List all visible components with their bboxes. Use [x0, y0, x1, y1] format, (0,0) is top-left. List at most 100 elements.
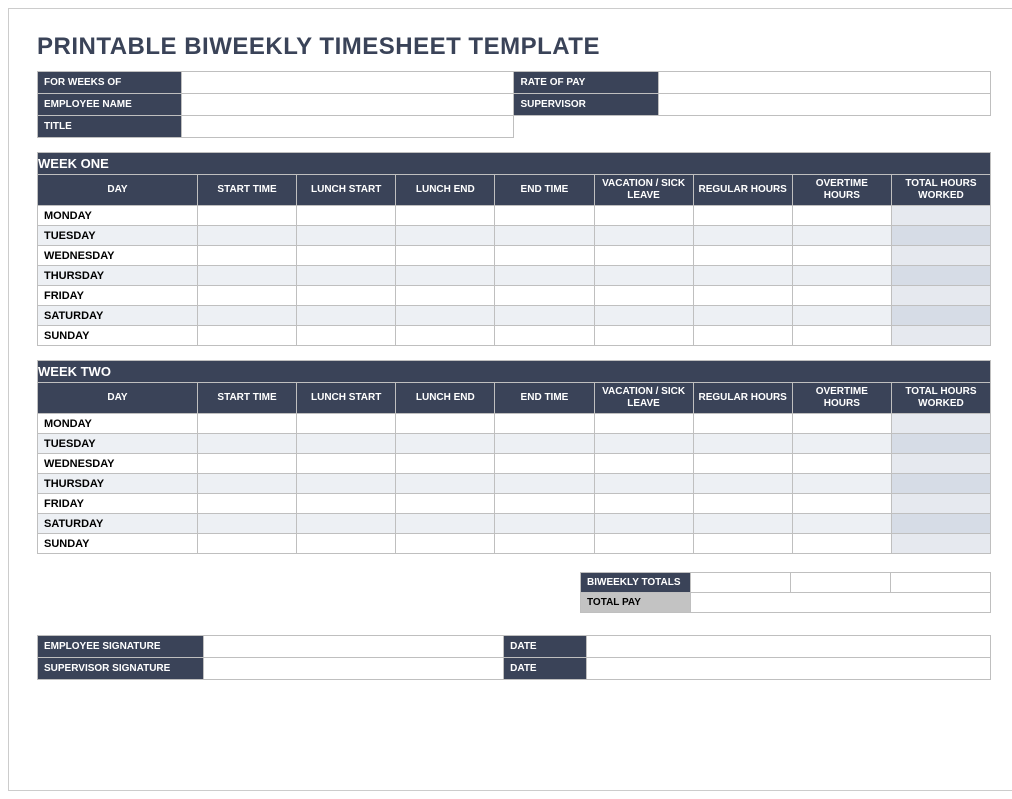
time-cell[interactable] — [891, 266, 990, 286]
time-cell[interactable] — [594, 226, 693, 246]
time-cell[interactable] — [297, 534, 396, 554]
time-cell[interactable] — [792, 306, 891, 326]
time-cell[interactable] — [297, 434, 396, 454]
time-cell[interactable] — [198, 474, 297, 494]
time-cell[interactable] — [693, 414, 792, 434]
time-cell[interactable] — [495, 534, 594, 554]
time-cell[interactable] — [396, 306, 495, 326]
time-cell[interactable] — [297, 226, 396, 246]
time-cell[interactable] — [594, 414, 693, 434]
time-cell[interactable] — [891, 534, 990, 554]
time-cell[interactable] — [891, 286, 990, 306]
time-cell[interactable] — [594, 206, 693, 226]
time-cell[interactable] — [792, 474, 891, 494]
time-cell[interactable] — [693, 474, 792, 494]
time-cell[interactable] — [594, 246, 693, 266]
employee-signature-input[interactable] — [203, 636, 503, 658]
time-cell[interactable] — [693, 226, 792, 246]
time-cell[interactable] — [792, 326, 891, 346]
time-cell[interactable] — [693, 514, 792, 534]
time-cell[interactable] — [297, 206, 396, 226]
time-cell[interactable] — [495, 414, 594, 434]
time-cell[interactable] — [891, 246, 990, 266]
time-cell[interactable] — [792, 246, 891, 266]
time-cell[interactable] — [495, 454, 594, 474]
time-cell[interactable] — [396, 514, 495, 534]
time-cell[interactable] — [693, 326, 792, 346]
time-cell[interactable] — [495, 206, 594, 226]
time-cell[interactable] — [297, 414, 396, 434]
time-cell[interactable] — [891, 494, 990, 514]
time-cell[interactable] — [792, 286, 891, 306]
time-cell[interactable] — [693, 494, 792, 514]
time-cell[interactable] — [594, 454, 693, 474]
time-cell[interactable] — [198, 534, 297, 554]
time-cell[interactable] — [792, 414, 891, 434]
time-cell[interactable] — [594, 534, 693, 554]
time-cell[interactable] — [792, 514, 891, 534]
time-cell[interactable] — [297, 266, 396, 286]
total-pay-cell[interactable] — [691, 593, 991, 613]
time-cell[interactable] — [891, 306, 990, 326]
time-cell[interactable] — [198, 494, 297, 514]
time-cell[interactable] — [891, 414, 990, 434]
time-cell[interactable] — [693, 454, 792, 474]
time-cell[interactable] — [891, 326, 990, 346]
time-cell[interactable] — [792, 454, 891, 474]
biweekly-total-cell[interactable] — [891, 573, 991, 593]
time-cell[interactable] — [297, 246, 396, 266]
time-cell[interactable] — [198, 286, 297, 306]
time-cell[interactable] — [198, 246, 297, 266]
time-cell[interactable] — [297, 474, 396, 494]
time-cell[interactable] — [396, 454, 495, 474]
time-cell[interactable] — [792, 494, 891, 514]
time-cell[interactable] — [594, 266, 693, 286]
time-cell[interactable] — [891, 434, 990, 454]
time-cell[interactable] — [198, 414, 297, 434]
time-cell[interactable] — [396, 434, 495, 454]
time-cell[interactable] — [594, 326, 693, 346]
time-cell[interactable] — [594, 494, 693, 514]
time-cell[interactable] — [297, 494, 396, 514]
time-cell[interactable] — [495, 514, 594, 534]
time-cell[interactable] — [198, 226, 297, 246]
time-cell[interactable] — [198, 306, 297, 326]
time-cell[interactable] — [396, 474, 495, 494]
time-cell[interactable] — [693, 286, 792, 306]
time-cell[interactable] — [495, 474, 594, 494]
time-cell[interactable] — [198, 266, 297, 286]
time-cell[interactable] — [792, 534, 891, 554]
employee-name-input[interactable] — [182, 94, 514, 116]
supervisor-date-input[interactable] — [586, 658, 990, 680]
time-cell[interactable] — [198, 514, 297, 534]
time-cell[interactable] — [198, 206, 297, 226]
time-cell[interactable] — [198, 454, 297, 474]
time-cell[interactable] — [594, 514, 693, 534]
time-cell[interactable] — [495, 306, 594, 326]
time-cell[interactable] — [891, 226, 990, 246]
time-cell[interactable] — [693, 306, 792, 326]
time-cell[interactable] — [792, 206, 891, 226]
time-cell[interactable] — [495, 434, 594, 454]
time-cell[interactable] — [396, 494, 495, 514]
time-cell[interactable] — [891, 474, 990, 494]
time-cell[interactable] — [792, 226, 891, 246]
time-cell[interactable] — [297, 326, 396, 346]
time-cell[interactable] — [495, 286, 594, 306]
time-cell[interactable] — [396, 246, 495, 266]
time-cell[interactable] — [396, 414, 495, 434]
time-cell[interactable] — [594, 474, 693, 494]
time-cell[interactable] — [594, 306, 693, 326]
title-input[interactable] — [182, 116, 514, 138]
employee-date-input[interactable] — [586, 636, 990, 658]
time-cell[interactable] — [396, 226, 495, 246]
time-cell[interactable] — [792, 434, 891, 454]
time-cell[interactable] — [198, 326, 297, 346]
time-cell[interactable] — [693, 434, 792, 454]
time-cell[interactable] — [693, 246, 792, 266]
time-cell[interactable] — [396, 266, 495, 286]
time-cell[interactable] — [495, 246, 594, 266]
time-cell[interactable] — [891, 206, 990, 226]
time-cell[interactable] — [891, 454, 990, 474]
time-cell[interactable] — [495, 326, 594, 346]
